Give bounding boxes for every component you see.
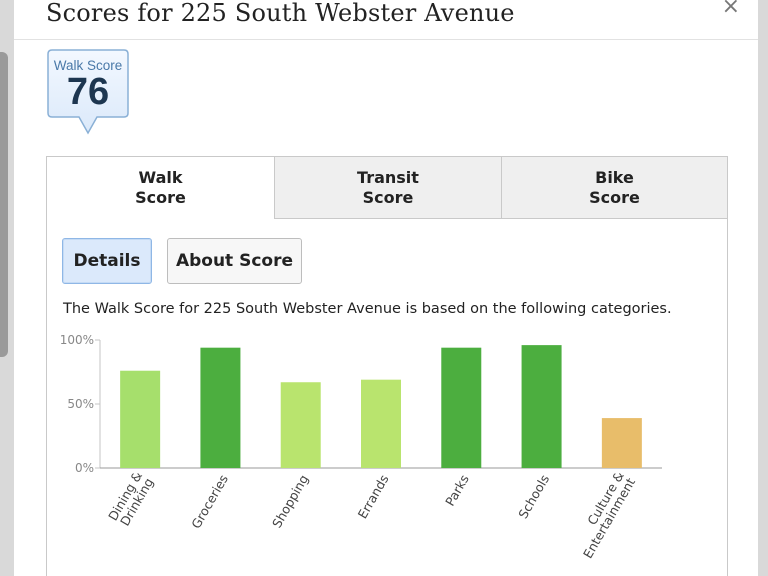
y-tick-label: 0% bbox=[75, 461, 94, 475]
category-bar-chart: 0% 50% 100% Dining &Drinking Groceries Shoppi… bbox=[60, 333, 662, 561]
category-label-3: Errands bbox=[355, 472, 392, 521]
walk-score-badge: Walk Score 76 bbox=[47, 49, 129, 135]
modal-title: Scores for 225 South Webster Avenue bbox=[46, 0, 515, 27]
bar-2 bbox=[280, 382, 321, 468]
bar-5 bbox=[521, 345, 562, 468]
about-score-button[interactable]: About Score bbox=[167, 238, 302, 284]
category-label-0: Dining &Drinking bbox=[105, 469, 156, 530]
title-divider bbox=[14, 39, 758, 40]
score-tabs: Walk Score Transit Score Bike Score bbox=[47, 157, 727, 219]
score-description: The Walk Score for 225 South Webster Ave… bbox=[63, 301, 672, 317]
bar-6 bbox=[601, 418, 642, 468]
scores-modal: Scores for 225 South Webster Avenue × Wa… bbox=[14, 0, 758, 576]
bar-1 bbox=[200, 347, 241, 468]
tab-walk-score[interactable]: Walk Score bbox=[47, 157, 274, 219]
category-label-2: Shopping bbox=[269, 472, 311, 530]
category-label-6: Culture &Entertainment bbox=[569, 469, 638, 561]
category-label-5: Schools bbox=[515, 472, 552, 521]
badge-score-value: 76 bbox=[66, 71, 110, 113]
category-label-4: Parks bbox=[442, 472, 472, 509]
bar-4 bbox=[441, 347, 482, 468]
y-tick-label: 100% bbox=[60, 333, 94, 347]
y-tick-label: 50% bbox=[67, 397, 94, 411]
category-label-1: Groceries bbox=[188, 472, 231, 531]
score-panel: Walk Score Transit Score Bike Score Deta… bbox=[46, 156, 728, 576]
tab-transit-score[interactable]: Transit Score bbox=[274, 157, 501, 219]
background-window-edge bbox=[0, 52, 8, 357]
bar-0 bbox=[120, 370, 161, 468]
bar-3 bbox=[361, 379, 401, 468]
close-icon[interactable]: × bbox=[722, 0, 740, 18]
tab-bike-score[interactable]: Bike Score bbox=[501, 157, 727, 219]
details-button[interactable]: Details bbox=[62, 238, 152, 284]
